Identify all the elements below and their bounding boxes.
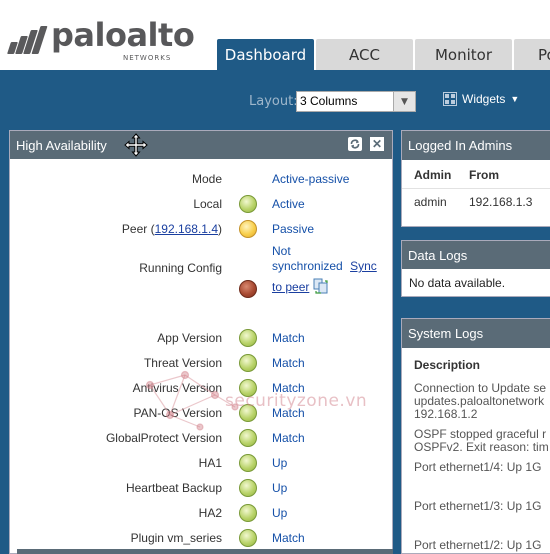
- status-green-icon: [239, 404, 257, 422]
- status-green-icon: [239, 504, 257, 522]
- caret-down-icon: ▼: [510, 94, 520, 104]
- ha-value: Match: [272, 381, 305, 395]
- log-line: 192.168.1.2: [414, 407, 478, 421]
- data-logs-panel-header[interactable]: Data Logs: [402, 241, 550, 269]
- system-logs-widget: System Logs Description Connection to Up…: [401, 318, 550, 554]
- brand-sub: NETWORKS: [123, 54, 172, 62]
- to-peer-link[interactable]: to peer: [272, 280, 309, 294]
- main-nav: Dashboard ACC Monitor Po: [217, 39, 550, 70]
- admins-panel-header[interactable]: Logged In Admins: [402, 131, 550, 160]
- col-from[interactable]: From: [469, 168, 499, 182]
- ha-label: Mode: [191, 172, 222, 186]
- status-green-icon: [239, 354, 257, 372]
- ha-panel-header[interactable]: High Availability ✕: [10, 131, 392, 159]
- ha-value: Up: [272, 456, 288, 470]
- col-description[interactable]: Description: [402, 348, 550, 372]
- widgets-label: Widgets: [462, 92, 506, 106]
- ha-label: HA1: [198, 456, 222, 470]
- ha-value: Match: [272, 531, 305, 545]
- layout-label: Layout:: [249, 94, 298, 109]
- ha-value: synchronized Sync: [272, 259, 377, 273]
- peer-label-prefix: Peer (: [121, 222, 155, 236]
- table-row: admin 192.168.1.3: [402, 188, 550, 209]
- log-line: Port ethernet1/3: Up 1G: [414, 499, 542, 513]
- ha-value: Match: [272, 331, 305, 345]
- ha-value: Active-passive: [272, 172, 350, 186]
- sync-state: synchronized: [272, 259, 343, 273]
- tab-acc[interactable]: ACC: [316, 39, 413, 70]
- tab-monitor[interactable]: Monitor: [415, 39, 512, 70]
- ha-panel-title: High Availability: [16, 137, 107, 153]
- ha-label: Running Config: [139, 261, 222, 275]
- layout-select[interactable]: 3 Columns ▼: [296, 91, 416, 112]
- high-availability-widget: High Availability ✕ Mode Active-passive …: [9, 130, 393, 554]
- ha-label: Heartbeat Backup: [125, 481, 222, 495]
- tab-dashboard[interactable]: Dashboard: [217, 39, 314, 70]
- status-green-icon: [239, 429, 257, 447]
- peer-label-suffix: ): [218, 222, 222, 236]
- ha-value: Active: [272, 197, 305, 211]
- log-line: Port ethernet1/2: Up 1G: [414, 538, 542, 552]
- admin-name: admin: [414, 195, 447, 209]
- refresh-icon[interactable]: [348, 137, 362, 151]
- no-data-message: No data available.: [409, 276, 506, 290]
- ha-value: Up: [272, 481, 288, 495]
- status-green-icon: [239, 479, 257, 497]
- brand-name: paloalto: [51, 16, 195, 54]
- ha-value: Match: [272, 356, 305, 370]
- ha-label: HA2: [198, 506, 222, 520]
- log-line: OSPFv2. Exit reason: tim: [414, 440, 549, 454]
- widgets-grid-icon: [443, 92, 457, 106]
- ha-value: Not: [272, 244, 291, 258]
- status-red-icon: [239, 280, 257, 298]
- ha-label: PAN-OS Version: [133, 406, 222, 420]
- status-green-icon: [239, 379, 257, 397]
- ha-value: to peer: [272, 278, 329, 294]
- logo-mark-icon: [7, 24, 48, 54]
- logged-in-admins-widget: Logged In Admins Admin From admin 192.16…: [401, 130, 550, 227]
- ha-label: Peer (192.168.1.4): [122, 222, 222, 236]
- close-icon[interactable]: ✕: [370, 137, 384, 151]
- ha-value: Up: [272, 506, 288, 520]
- paloalto-logo: paloalto NETWORKS: [7, 14, 197, 64]
- move-cursor-icon: [124, 133, 148, 157]
- ha-label: Local: [193, 197, 222, 211]
- status-green-icon: [239, 529, 257, 547]
- ha-value: Match: [272, 406, 305, 420]
- admins-panel-title: Logged In Admins: [408, 138, 513, 153]
- status-green-icon: [239, 454, 257, 472]
- layout-select-value: 3 Columns: [300, 94, 358, 108]
- ha-row-running-config: Running Config Not synchronized Sync to …: [10, 244, 394, 304]
- log-line: Port ethernet1/4: Up 1G: [414, 460, 542, 474]
- status-green-icon: [239, 195, 257, 213]
- dashboard-toolbar: Layout: 3 Columns ▼ Widgets ▼: [0, 70, 550, 128]
- ha-label: Plugin vm_series: [130, 531, 222, 545]
- status-yellow-icon: [239, 220, 257, 238]
- ha-label: GlobalProtect Version: [105, 431, 222, 445]
- ha-value: Passive: [272, 222, 315, 236]
- ha-panel-controls: ✕: [348, 137, 384, 151]
- ha-label: Antivirus Version: [132, 381, 222, 395]
- ha-label: Threat Version: [143, 356, 222, 370]
- system-logs-panel-header[interactable]: System Logs: [402, 319, 550, 348]
- next-widget-header: [17, 549, 393, 554]
- sync-to-peer-icon[interactable]: [313, 278, 329, 294]
- data-logs-title: Data Logs: [408, 247, 468, 263]
- chevron-down-icon[interactable]: ▼: [393, 92, 415, 111]
- top-header: paloalto NETWORKS Dashboard ACC Monitor …: [0, 0, 550, 70]
- ha-value: Match: [272, 431, 305, 445]
- admin-from: 192.168.1.3: [469, 195, 533, 209]
- data-logs-widget: Data Logs No data available.: [401, 240, 550, 297]
- status-green-icon: [239, 329, 257, 347]
- admins-table-header: Admin From: [402, 160, 550, 182]
- ha-label: App Version: [157, 331, 222, 345]
- sync-link[interactable]: Sync: [350, 259, 377, 273]
- widgets-menu[interactable]: Widgets ▼: [443, 92, 519, 106]
- peer-ip-link[interactable]: 192.168.1.4: [155, 222, 218, 236]
- system-logs-title: System Logs: [408, 326, 484, 341]
- tab-policies[interactable]: Po: [514, 39, 550, 70]
- col-admin[interactable]: Admin: [414, 168, 469, 182]
